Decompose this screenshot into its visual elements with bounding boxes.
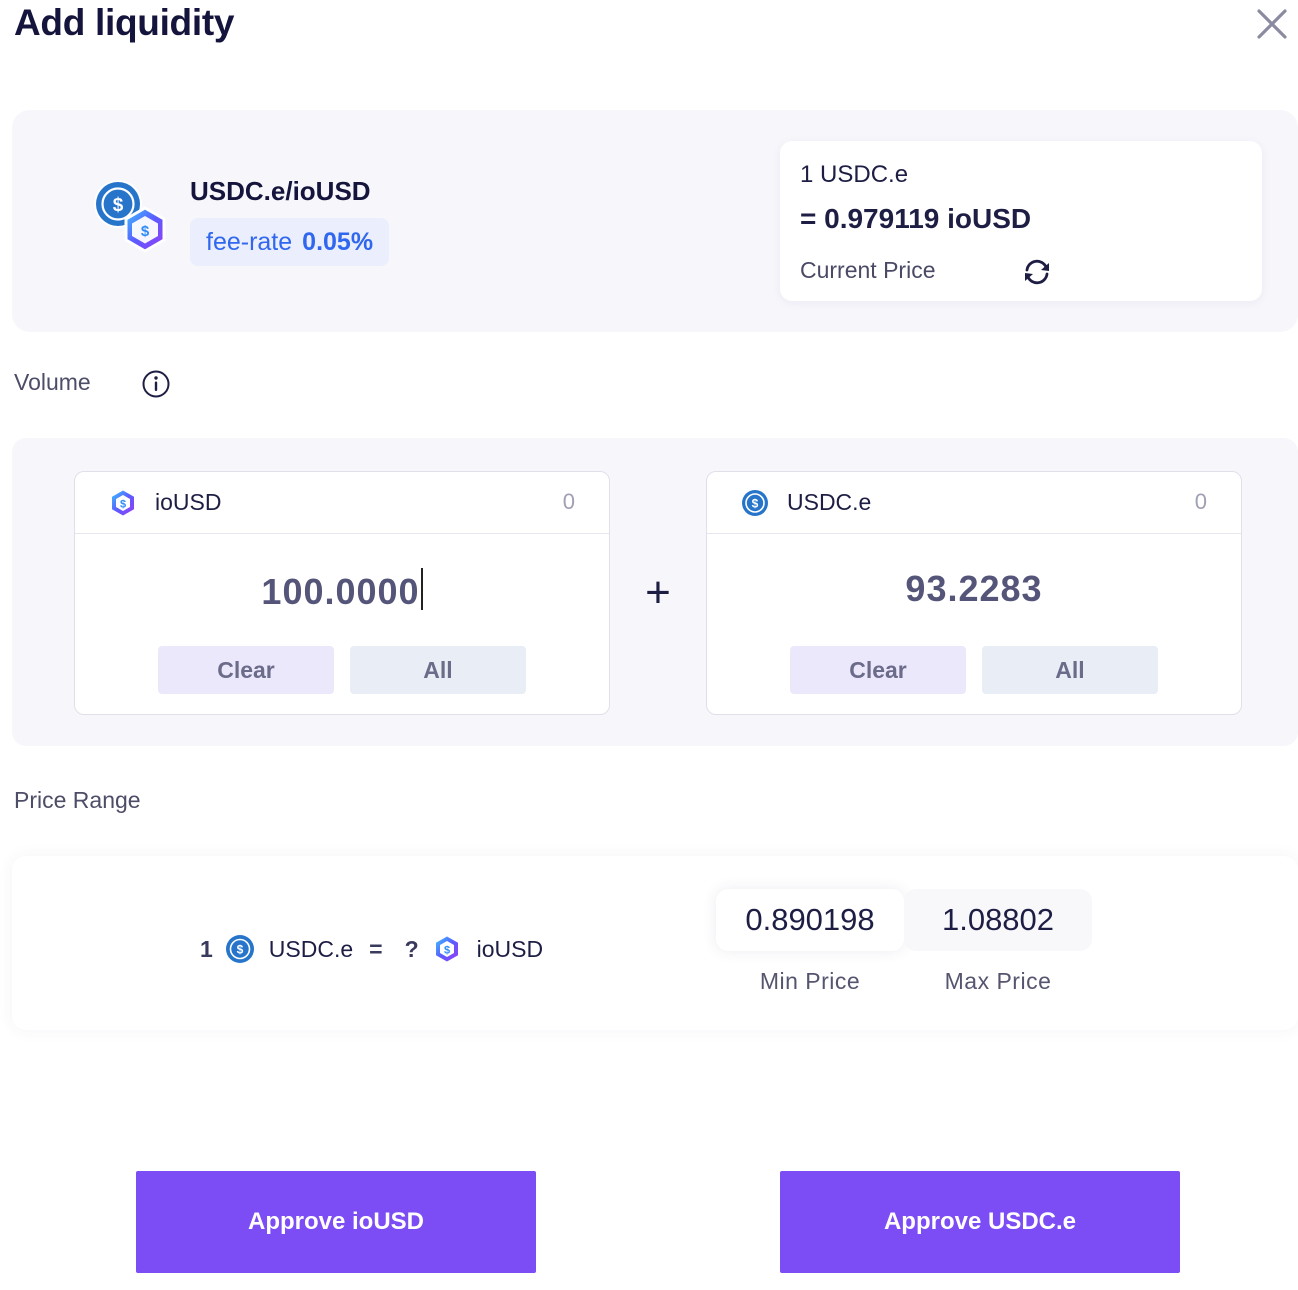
dialog-title: Add liquidity (14, 2, 235, 43)
svg-text:$: $ (752, 496, 759, 510)
fee-rate-badge: fee-rate 0.05% (190, 218, 390, 266)
approve-iousd-button[interactable]: Approve ioUSD (136, 1171, 536, 1273)
info-icon[interactable] (141, 369, 171, 399)
eq-unknown: ? (404, 935, 419, 962)
eq-amount: 1 (200, 935, 213, 962)
price-base: 1 USDC.e (800, 161, 909, 188)
price-quote: = 0.979119 ioUSD (800, 203, 1032, 234)
usdc-input-card: $ USDC.e 0 93.2283 Clear All (706, 471, 1242, 715)
amount-input[interactable]: 93.2283 (707, 568, 1241, 610)
token-balance: 0 (562, 489, 575, 514)
token-balance: 0 (1194, 489, 1207, 514)
refresh-icon[interactable] (1020, 255, 1054, 289)
iousd-icon: $ (112, 490, 134, 515)
pair-name: USDC.e/ioUSD (190, 176, 371, 206)
add-liquidity-dialog: Add liquidity $ $ USDC.e/ioUSD fee-rate … (0, 0, 1298, 1290)
amount-value: 100.0000 (261, 571, 420, 612)
price-equation: 1 $ USDC.e = ? $ ioUSD (200, 932, 543, 966)
max-price-label: Max Price (944, 968, 1052, 994)
plus-sign: + (645, 568, 671, 617)
eq-quote-symbol: ioUSD (476, 935, 544, 962)
svg-text:$: $ (113, 195, 124, 216)
approve-usdc-button[interactable]: Approve USDC.e (780, 1171, 1180, 1273)
min-price-label: Min Price (759, 968, 861, 994)
min-price-input[interactable]: 0.890198 (716, 889, 904, 951)
fee-rate-value: 0.05% (302, 227, 374, 256)
current-price-card: 1 USDC.e = 0.979119 ioUSD Current Price (780, 141, 1262, 301)
volume-label: Volume (14, 369, 91, 395)
all-button[interactable]: All (350, 646, 526, 694)
close-icon[interactable] (1254, 6, 1290, 42)
amount-input[interactable]: 100.0000 (75, 568, 609, 613)
eq-sign: = (369, 935, 383, 962)
all-button[interactable]: All (982, 646, 1158, 694)
usdc-icon: $ (225, 935, 254, 963)
price-range-label: Price Range (14, 787, 141, 813)
token-symbol: ioUSD (155, 489, 222, 515)
iousd-icon: $ (435, 936, 458, 962)
max-price-input[interactable]: 1.08802 (904, 889, 1092, 951)
text-caret (420, 568, 423, 610)
svg-text:$: $ (120, 498, 126, 510)
usdc-icon: $ (742, 489, 768, 516)
clear-button[interactable]: Clear (158, 646, 334, 694)
svg-text:$: $ (236, 943, 243, 957)
token-header: $ ioUSD 0 (75, 472, 609, 534)
current-price-label: Current Price (800, 257, 936, 283)
token-header: $ USDC.e 0 (707, 472, 1241, 534)
amount-value: 93.2283 (905, 568, 1043, 609)
svg-text:$: $ (444, 945, 450, 957)
svg-text:$: $ (141, 223, 150, 240)
pair-icon: $ $ (92, 178, 172, 258)
token-symbol: USDC.e (787, 489, 872, 515)
clear-button[interactable]: Clear (790, 646, 966, 694)
eq-base-symbol: USDC.e (268, 935, 354, 962)
fee-rate-label: fee-rate (206, 227, 293, 256)
iousd-input-card: $ ioUSD 0 100.0000 Clear All (74, 471, 610, 715)
